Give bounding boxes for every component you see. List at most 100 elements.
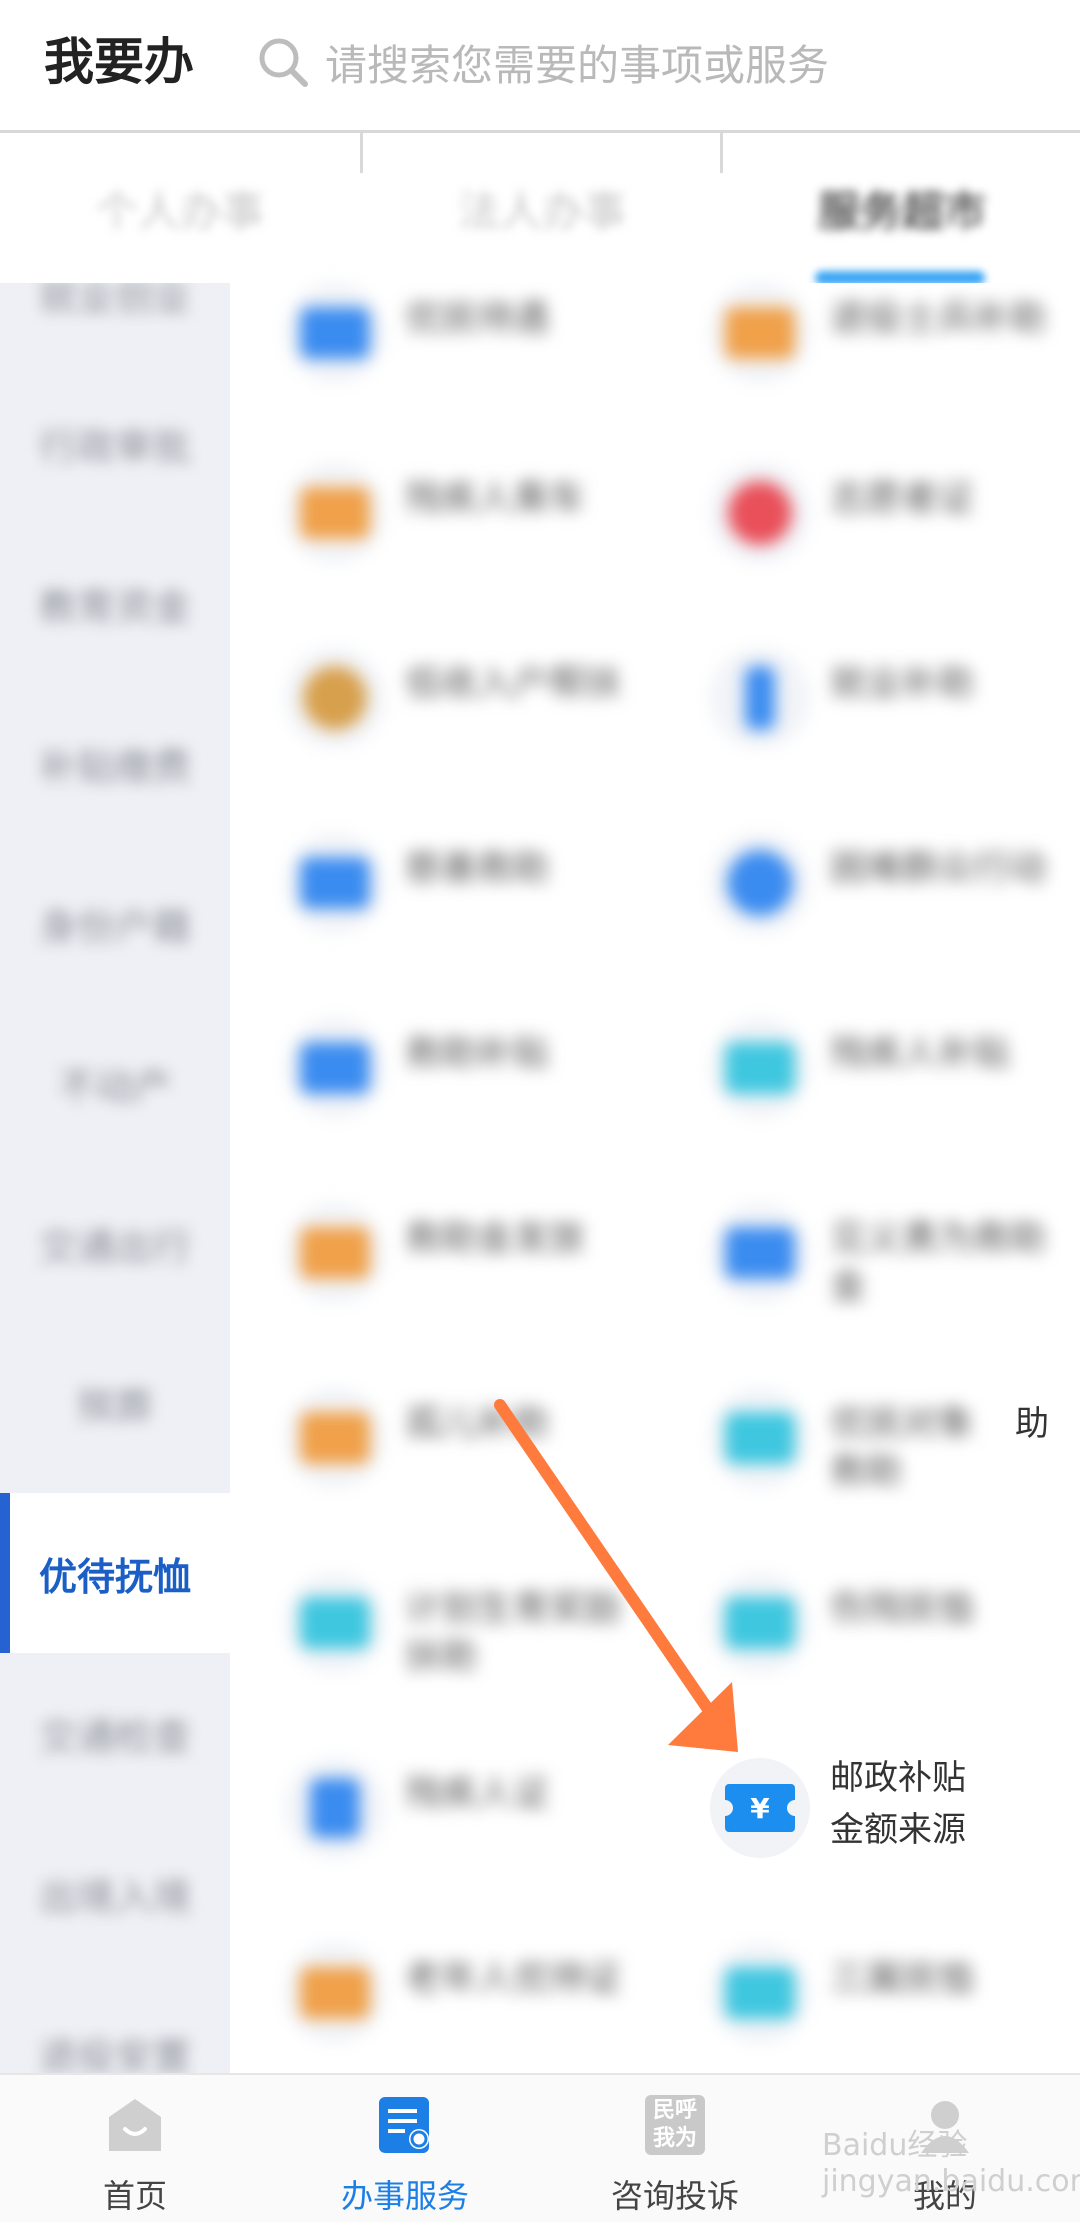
service-label: 优抚待遇 bbox=[405, 298, 550, 339]
baidu-watermark: Baidu经验 jingyan.baidu.com bbox=[822, 2128, 1080, 2199]
service-item[interactable]: 见义勇为救助金 bbox=[655, 1163, 1080, 1343]
search-icon bbox=[259, 38, 308, 87]
service-item[interactable]: 伤残抚恤 bbox=[655, 1533, 1080, 1713]
sidebar-item[interactable]: 补贴缴费 bbox=[0, 683, 230, 843]
icon-wrap bbox=[285, 1388, 385, 1488]
sidebar-item[interactable]: 不动产 bbox=[0, 1003, 230, 1163]
hand-icon bbox=[300, 857, 370, 909]
yuan-ticket-icon bbox=[300, 1412, 370, 1464]
location-icon bbox=[728, 481, 792, 545]
sidebar-item[interactable]: 出境入境 bbox=[0, 1813, 230, 1973]
home-icon bbox=[109, 2099, 161, 2151]
icon-wrap bbox=[285, 1018, 385, 1118]
service-item[interactable]: 志愿者证 bbox=[655, 423, 1080, 603]
icon-wrap bbox=[285, 1758, 385, 1858]
service-item[interactable]: 残疾人乘车 bbox=[230, 423, 655, 603]
service-label: 救助金发放 bbox=[405, 1218, 586, 1259]
service-label: 志愿者证 bbox=[830, 478, 975, 519]
icon-wrap bbox=[285, 463, 385, 563]
icon-wrap bbox=[285, 648, 385, 748]
service-item[interactable]: 三属抚恤 bbox=[655, 1903, 1080, 2083]
icon-wrap bbox=[710, 833, 810, 933]
service-label: 老年人优待证 bbox=[405, 1958, 622, 1999]
service-label: 救助补贴 bbox=[405, 1033, 550, 1074]
service-label: 困难群众行动 bbox=[830, 848, 1047, 889]
sidebar-item[interactable]: 教育资金 bbox=[0, 523, 230, 683]
search-bar[interactable]: 请搜索您需要的事项或服务 bbox=[255, 26, 1055, 96]
search-placeholder: 请搜索您需要的事项或服务 bbox=[325, 41, 830, 90]
icon-wrap bbox=[710, 1573, 810, 1673]
icon-wrap bbox=[710, 463, 810, 563]
service-item[interactable]: 退役士兵补助 bbox=[655, 243, 1080, 423]
icon-wrap bbox=[285, 1943, 385, 2043]
category-sidebar: 就业创业 行政审批 教育资金 补贴缴费 身份户籍 不动产 交通出行 殡葬 优待抚… bbox=[0, 283, 230, 2073]
yuan-ticket-icon bbox=[300, 1227, 370, 1279]
partial-label: 助 bbox=[1015, 1404, 1049, 1444]
sidebar-item[interactable]: 殡葬 bbox=[0, 1323, 230, 1483]
document-icon bbox=[300, 1967, 370, 2019]
page-title: 我要办 bbox=[44, 33, 194, 91]
person-icon bbox=[745, 666, 775, 730]
header: 我要办 请搜索您需要的事项或服务 bbox=[0, 0, 1080, 133]
nav-home[interactable]: 首页 bbox=[0, 2075, 270, 2222]
icon-wrap bbox=[710, 648, 810, 748]
service-item[interactable]: 困难群众行动 bbox=[655, 793, 1080, 973]
service-label: 残疾人证 bbox=[405, 1773, 550, 1814]
icon-wrap: ¥ bbox=[710, 1758, 810, 1858]
service-label: 就业补助 bbox=[830, 663, 975, 704]
icon-wrap bbox=[285, 283, 385, 383]
nav-consult[interactable]: 民呼我为 咨询投诉 bbox=[540, 2075, 810, 2222]
nav-label: 首页 bbox=[102, 2177, 167, 2215]
service-item-postal-subsidy[interactable]: ¥ 邮政补贴 金额来源 bbox=[655, 1718, 1080, 1898]
yuan-ticket-icon bbox=[725, 1412, 795, 1464]
service-item[interactable]: 优抚待遇 bbox=[230, 243, 655, 423]
card-icon bbox=[300, 1042, 370, 1094]
service-label: 孤儿补助 bbox=[405, 1403, 550, 1444]
document-icon bbox=[725, 1967, 795, 2019]
sidebar-item[interactable]: 交通出行 bbox=[0, 1163, 230, 1323]
yuan-ticket-icon bbox=[725, 1042, 795, 1094]
document-icon bbox=[300, 307, 370, 359]
service-item[interactable]: 就业补助 bbox=[655, 608, 1080, 788]
service-item[interactable]: 慈善救助 bbox=[230, 793, 655, 973]
service-grid: 优抚待遇 退役士兵补助 残疾人乘车 志愿者证 低收入户帮扶 就业补助 慈善救助 … bbox=[230, 283, 1080, 2073]
service-item[interactable]: 残疾人补贴 bbox=[655, 978, 1080, 1158]
service-item[interactable]: 孤儿补助 bbox=[230, 1348, 655, 1528]
sidebar-item[interactable]: 身份户籍 bbox=[0, 843, 230, 1003]
sidebar-item[interactable]: 就业创业 bbox=[0, 283, 230, 373]
icon-wrap bbox=[285, 1573, 385, 1673]
service-label: 三属抚恤 bbox=[830, 1958, 975, 1999]
icon-wrap bbox=[710, 1943, 810, 2043]
service-icon bbox=[379, 2097, 429, 2153]
service-label: 计划生育奖励扶助 bbox=[405, 1588, 622, 1677]
money-bag-icon bbox=[303, 666, 367, 730]
icon-wrap bbox=[285, 1203, 385, 1303]
icon-wrap bbox=[710, 1388, 810, 1488]
wheelchair-icon bbox=[310, 1778, 360, 1838]
service-item[interactable]: 低收入户帮扶 bbox=[230, 608, 655, 788]
sidebar-item[interactable]: 行政审批 bbox=[0, 363, 230, 523]
service-item[interactable]: 残疾人证 bbox=[230, 1718, 655, 1898]
sidebar-item[interactable]: 退役安置 bbox=[0, 1973, 230, 2074]
yuan-ticket-icon bbox=[300, 1597, 370, 1649]
icon-wrap bbox=[285, 833, 385, 933]
service-label: 优抚对象救助 bbox=[830, 1403, 975, 1492]
svg-text:¥: ¥ bbox=[750, 1792, 770, 1825]
service-item[interactable]: 救助金发放 bbox=[230, 1163, 655, 1343]
service-label-line2: 金额来源 bbox=[830, 1810, 966, 1850]
service-label-line1: 邮政补贴 bbox=[830, 1758, 966, 1798]
nav-service[interactable]: 办事服务 bbox=[270, 2075, 540, 2222]
service-item[interactable]: 老年人优待证 bbox=[230, 1903, 655, 2083]
nav-label: 办事服务 bbox=[340, 2177, 469, 2215]
service-label: 残疾人补贴 bbox=[830, 1033, 1011, 1074]
yuan-ticket-icon: ¥ bbox=[725, 1784, 795, 1832]
shield-icon bbox=[725, 1597, 795, 1649]
service-item[interactable]: 救助补贴 bbox=[230, 978, 655, 1158]
service-label: 见义勇为救助金 bbox=[830, 1218, 1047, 1307]
globe-icon bbox=[727, 850, 793, 916]
service-label: 邮政补贴 金额来源 bbox=[830, 1752, 1070, 1856]
sidebar-item[interactable]: 交通检查 bbox=[0, 1653, 230, 1813]
service-item[interactable]: 计划生育奖励扶助 bbox=[230, 1533, 655, 1713]
service-item[interactable]: 优抚对象救助 助 bbox=[655, 1348, 1080, 1528]
sidebar-item-selected[interactable]: 优待抚恤 bbox=[0, 1493, 230, 1653]
